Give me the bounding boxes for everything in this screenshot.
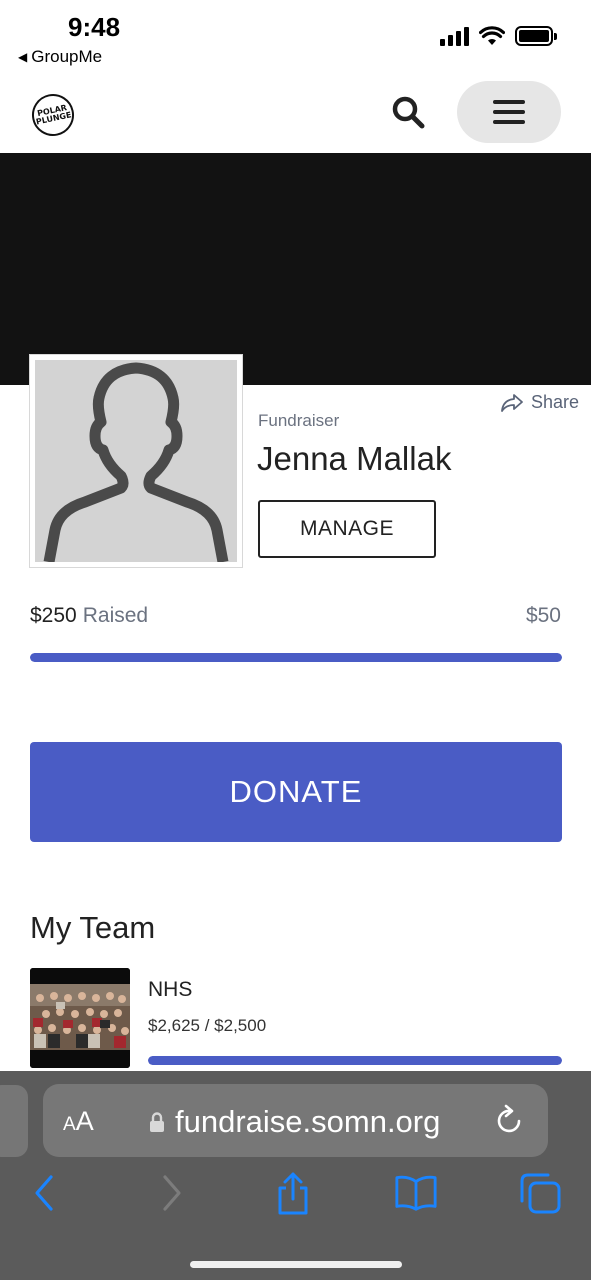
battery-icon [515, 26, 557, 46]
forward-icon [163, 1175, 181, 1211]
back-triangle-icon: ◀ [18, 50, 28, 64]
signal-icon [440, 26, 469, 46]
team-group-photo [30, 968, 130, 1068]
raised-amount: $250 [30, 604, 77, 627]
default-user-silhouette-icon [43, 362, 229, 562]
back-icon [35, 1175, 53, 1211]
share-label: Share [530, 392, 579, 412]
polar-plunge-logo[interactable]: POLAR PLUNGE [28, 90, 78, 140]
search-icon [392, 96, 425, 129]
my-team-heading: My Team [30, 910, 156, 945]
team-amounts: $2,625 / $2,500 [148, 1016, 267, 1035]
site-header: POLAR PLUNGE [0, 74, 591, 154]
team-progress-bar [148, 1056, 562, 1065]
reader-text-size-button[interactable]: A A [63, 1106, 94, 1137]
fundraiser-role-label: Fundraiser [258, 411, 340, 430]
home-indicator [190, 1261, 402, 1268]
status-time: 9:48 [68, 12, 121, 42]
team-progress-fill [148, 1056, 562, 1065]
reload-icon[interactable] [494, 1104, 526, 1136]
share-page-button[interactable] [271, 1171, 315, 1215]
tabs-button[interactable] [518, 1171, 562, 1215]
forward-button[interactable] [150, 1171, 194, 1215]
back-app-label: GroupMe [31, 47, 103, 66]
search-button[interactable] [388, 92, 428, 132]
share-arrow-icon [501, 393, 523, 412]
tabs-icon [520, 1173, 561, 1214]
wifi-icon [479, 26, 505, 45]
bookmarks-icon [395, 1175, 437, 1211]
share-icon [278, 1172, 308, 1215]
donate-button[interactable]: DONATE [30, 742, 562, 842]
share-button[interactable]: Share [501, 392, 579, 413]
raised-label: Raised [82, 604, 149, 627]
manage-button[interactable]: MANAGE [258, 500, 436, 558]
fundraising-progress-bar [30, 653, 562, 662]
url-text: fundraise.somn.org [175, 1104, 441, 1139]
browser-toolbar: A A fundraise.somn.org [0, 1071, 591, 1280]
previous-tab-pill[interactable] [0, 1085, 28, 1157]
hamburger-menu-button[interactable] [457, 81, 561, 143]
progress-fill [30, 653, 562, 662]
profile-avatar [29, 354, 243, 568]
raised-summary: $250 Raised [30, 604, 148, 628]
browser-nav-row [0, 1171, 591, 1221]
hero-banner [0, 153, 591, 385]
team-name[interactable]: NHS [148, 978, 192, 1002]
lock-icon [150, 1112, 164, 1132]
status-bar: 9:48 ◀ GroupMe [0, 0, 591, 74]
fundraiser-name: Jenna Mallak [257, 440, 452, 477]
address-bar[interactable]: A A fundraise.somn.org [43, 1084, 548, 1157]
team-photo[interactable] [30, 968, 130, 1068]
hamburger-menu-icon [493, 100, 525, 104]
url-display[interactable]: fundraise.somn.org [149, 1104, 440, 1140]
back-to-app-link[interactable]: ◀ GroupMe [18, 47, 102, 67]
bookmarks-button[interactable] [394, 1171, 438, 1215]
status-icons [440, 26, 557, 46]
goal-amount: $50 [525, 604, 561, 627]
back-button[interactable] [22, 1171, 66, 1215]
